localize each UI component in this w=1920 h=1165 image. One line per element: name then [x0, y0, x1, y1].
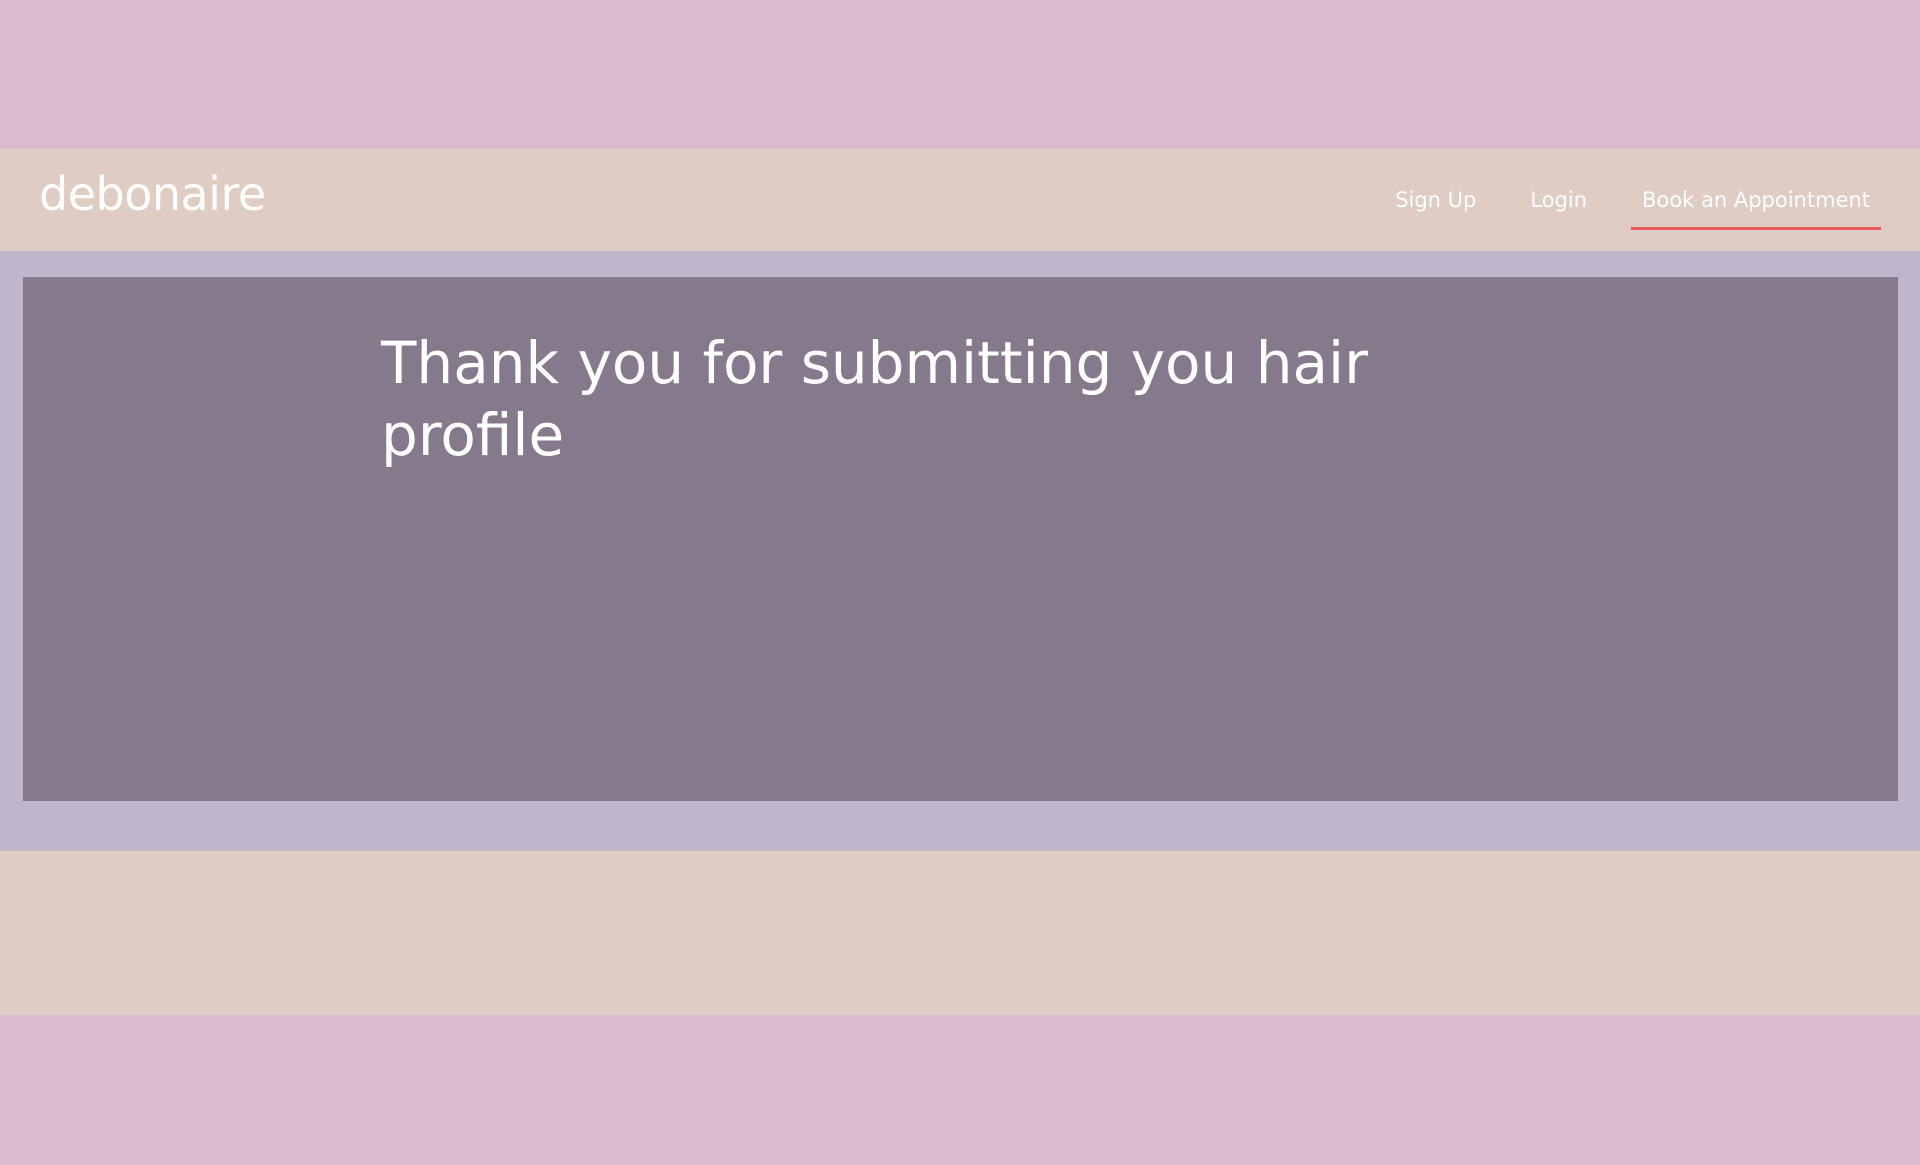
navbar: debonaire Sign Up Login Book an Appointm…	[0, 149, 1920, 251]
nav-login-link[interactable]: Login	[1530, 188, 1587, 212]
confirmation-card: Thank you for submitting you hair profil…	[23, 277, 1898, 801]
nav-book-appointment-link[interactable]: Book an Appointment	[1631, 188, 1881, 230]
main-section: Thank you for submitting you hair profil…	[0, 251, 1920, 851]
brand-logo[interactable]: debonaire	[39, 167, 266, 221]
nav-sign-up-link[interactable]: Sign Up	[1395, 188, 1476, 212]
nav-links: Sign Up Login Book an Appointment	[1395, 149, 1920, 251]
confirmation-message: Thank you for submitting you hair profil…	[381, 329, 1368, 469]
footer	[0, 851, 1920, 1015]
